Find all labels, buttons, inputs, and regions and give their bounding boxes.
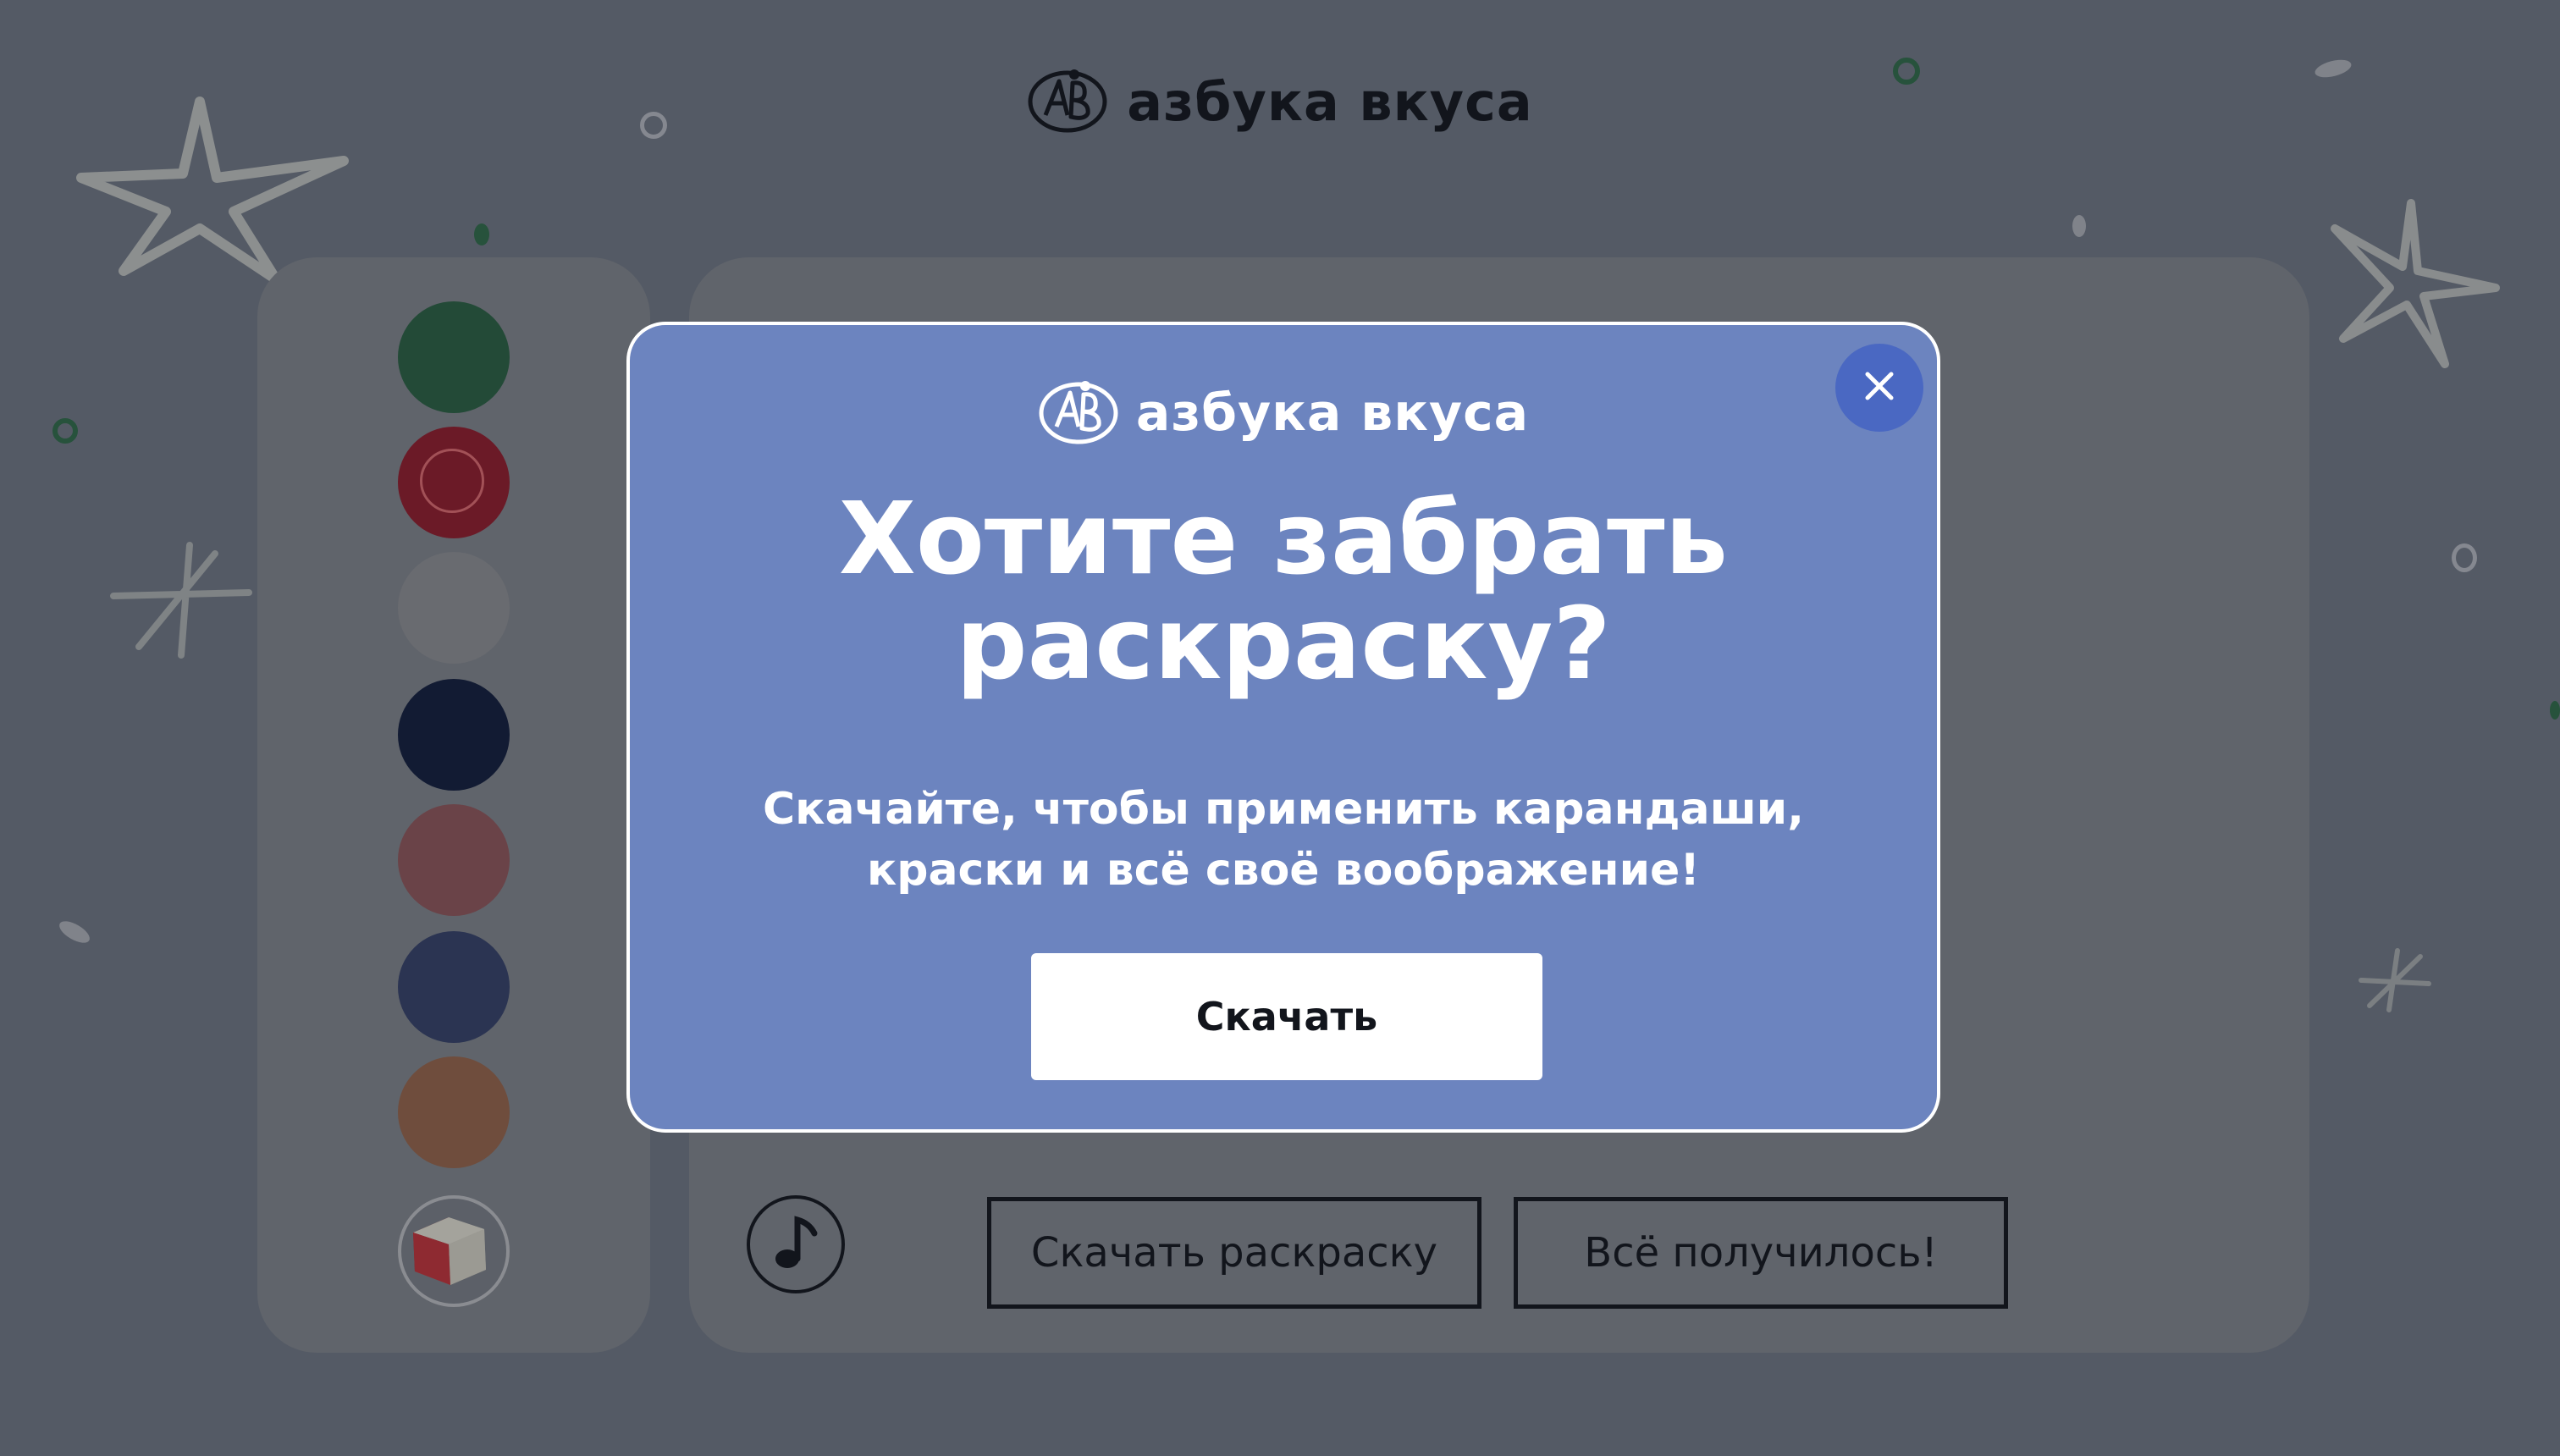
modal-description-line-2: краски и всё своё воображение! (866, 845, 1701, 896)
dot-decoration (2550, 701, 2560, 720)
color-palette-panel (257, 257, 650, 1353)
download-coloring-button[interactable]: Скачать раскраску (987, 1197, 1481, 1309)
all-done-button[interactable]: Всё получилось! (1514, 1197, 2008, 1309)
dot-decoration (474, 223, 489, 245)
color-swatch-grey[interactable] (398, 552, 510, 664)
color-swatch-rose[interactable] (398, 804, 510, 916)
modal-title: Хотите забрать раскраску? (630, 486, 1937, 696)
color-swatch-red[interactable] (398, 427, 510, 538)
eraser-button[interactable] (398, 1195, 510, 1307)
star-decoration-icon (2357, 946, 2433, 1014)
color-swatch-blue[interactable] (398, 931, 510, 1043)
dot-decoration (2072, 215, 2086, 237)
music-toggle-button[interactable] (747, 1195, 845, 1293)
modal-logo-text: азбука вкуса (1135, 383, 1530, 443)
modal-title-line-1: Хотите забрать (838, 480, 1729, 597)
star-decoration-icon (105, 537, 257, 664)
page-background: азбука вкуса Скачать раскраску Всё получ… (0, 0, 2560, 1456)
eraser-icon (401, 1217, 506, 1304)
modal-description: Скачайте, чтобы применить карандаши, кра… (630, 779, 1937, 901)
modal-title-line-2: раскраску? (956, 585, 1611, 702)
dot-decoration (52, 418, 78, 444)
download-modal: азбука вкуса Хотите забрать раскраску? С… (626, 322, 1940, 1133)
dot-decoration (2452, 543, 2477, 572)
star-decoration-icon (2318, 195, 2504, 372)
music-note-icon (770, 1213, 821, 1276)
dot-decoration (56, 917, 93, 947)
logo-mark-icon (1038, 378, 1119, 449)
color-swatch-brown[interactable] (398, 1056, 510, 1168)
modal-logo: азбука вкуса (630, 378, 1937, 449)
modal-description-line-1: Скачайте, чтобы применить карандаши, (763, 784, 1804, 835)
color-swatch-green[interactable] (398, 301, 510, 413)
header-logo: азбука вкуса (0, 66, 2560, 137)
color-swatch-navy[interactable] (398, 679, 510, 791)
logo-mark-icon (1027, 66, 1108, 137)
modal-download-button[interactable]: Скачать (1031, 953, 1542, 1080)
logo-text: азбука вкуса (1127, 70, 1533, 133)
